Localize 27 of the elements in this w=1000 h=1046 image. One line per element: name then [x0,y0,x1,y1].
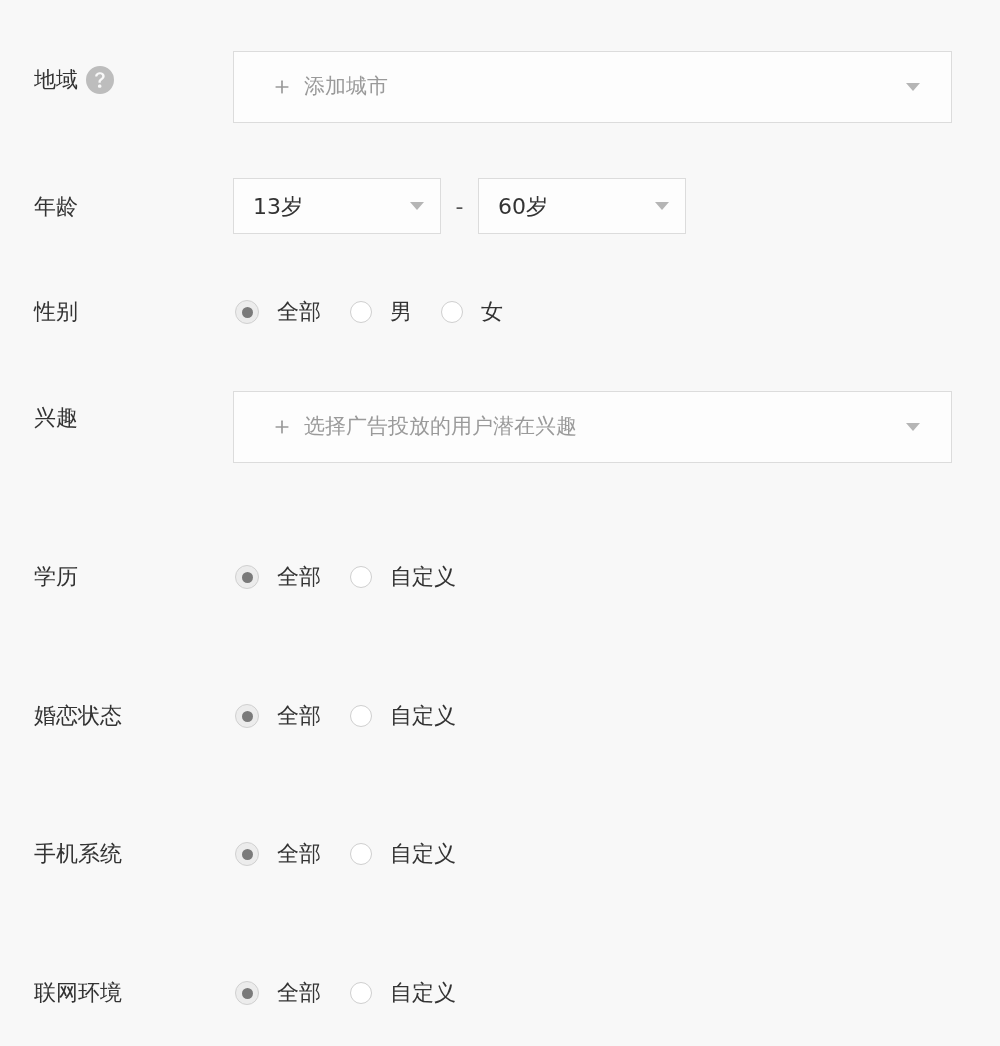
help-icon[interactable] [86,66,114,94]
caret-icon [906,423,920,431]
field-label: 地域 [34,68,78,92]
radio-option[interactable]: 自定义 [350,979,456,1007]
radio-option[interactable]: 全部 [235,979,321,1007]
radio-option[interactable]: 全部 [235,702,321,730]
field-label: 性别 [34,299,78,324]
radio-option[interactable]: 全部 [235,563,321,591]
caret-icon [906,83,920,91]
radio-option[interactable]: 自定义 [350,702,456,730]
radio-option[interactable]: 自定义 [350,840,456,868]
field-label: 年龄 [34,193,78,219]
caret-icon [655,202,669,210]
radio-option[interactable]: 自定义 [350,563,456,591]
caret-icon [410,202,424,210]
field-label: 兴趣 [34,406,78,430]
field-label: 联网环境 [34,980,122,1005]
field-label: 学历 [34,564,78,589]
radio-option[interactable]: 全部 [235,840,321,868]
dropdown-select[interactable]: 60岁 [478,178,686,234]
dropdown-select[interactable]: 13岁 [233,178,441,234]
radio-option[interactable]: 全部 [235,298,321,326]
field-label: 手机系统 [34,841,122,866]
radio-option[interactable]: 女 [441,298,503,326]
field-label: 婚恋状态 [34,703,122,728]
radio-option[interactable]: 男 [350,298,412,326]
range-separator: - [454,192,465,221]
